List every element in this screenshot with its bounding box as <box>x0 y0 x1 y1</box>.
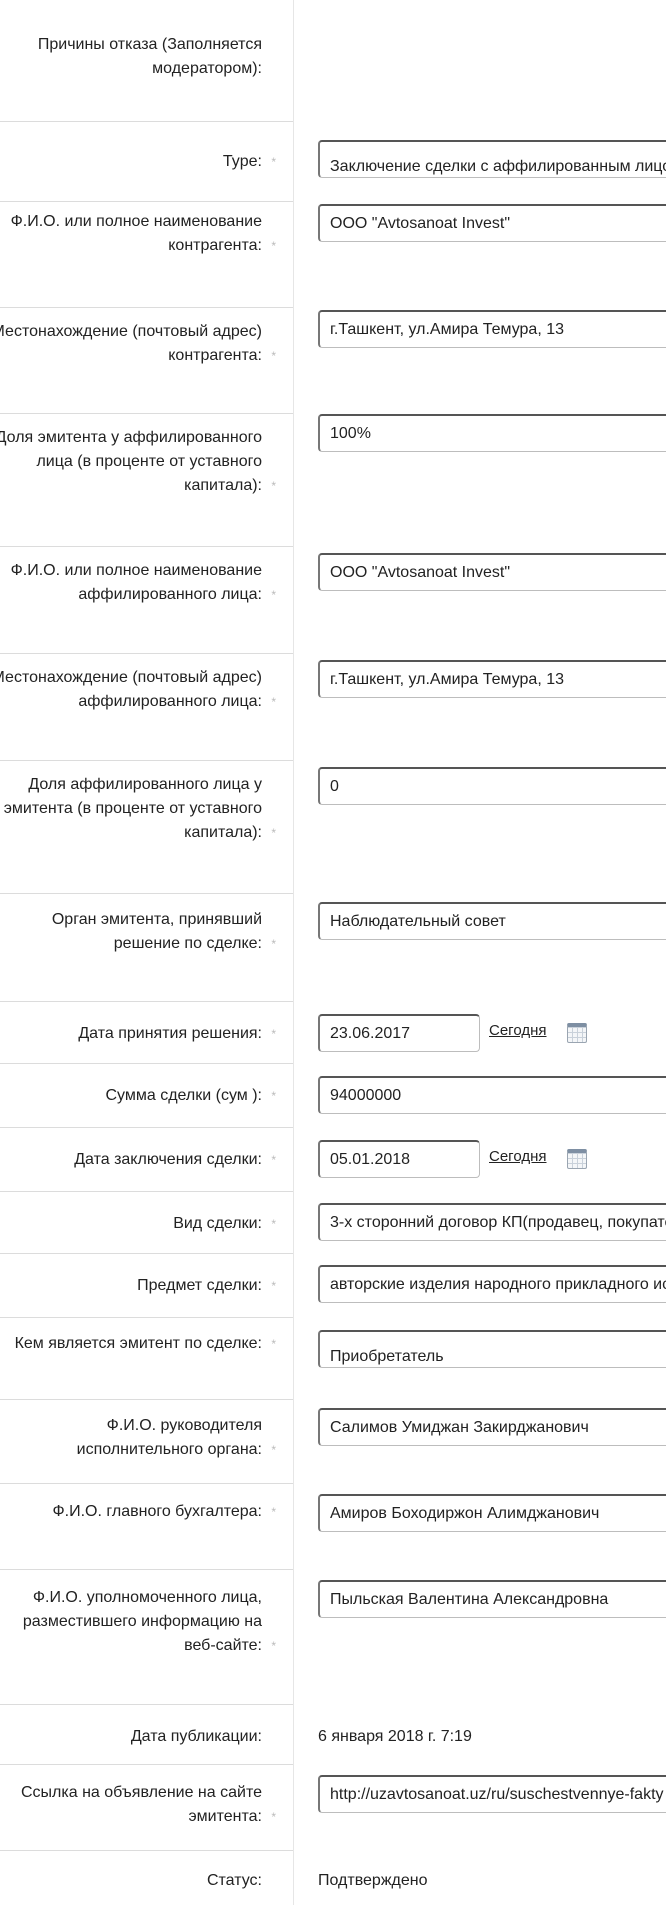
deal-amount-input[interactable]: 94000000 <box>318 1076 666 1114</box>
required-mark: * <box>271 349 276 363</box>
deal-subject-label: Предмет сделки: * <box>0 1274 276 1298</box>
issuer-body-input[interactable]: Наблюдательный совет <box>318 902 666 940</box>
required-mark: * <box>271 588 276 602</box>
row-deal-subject: Предмет сделки: * авторские изделия народ… <box>0 1254 666 1318</box>
row-counterparty-name: Ф.И.О. или полное наименование контраген… <box>0 202 666 308</box>
row-issuer-body: Орган эмитента, принявший решение по сде… <box>0 894 666 1002</box>
required-mark: * <box>271 239 276 253</box>
required-mark: * <box>271 1217 276 1231</box>
issuer-role-select[interactable]: Приобретатель <box>318 1330 666 1368</box>
row-affiliate-share: Доля аффилированного лица у эмитента (в … <box>0 761 666 894</box>
row-affiliate-name: Ф.И.О. или полное наименование аффилиров… <box>0 547 666 654</box>
affiliate-address-label: Местонахождение (почтовый адрес) аффилир… <box>0 666 276 714</box>
counterparty-address-input[interactable]: г.Ташкент, ул.Амира Темура, 13 <box>318 310 666 348</box>
deal-date-today-link[interactable]: Сегодня <box>489 1148 547 1165</box>
row-rejection-reasons: Причины отказа (Заполняется модератором)… <box>0 0 666 122</box>
decision-date-today-link[interactable]: Сегодня <box>489 1022 547 1039</box>
required-mark: * <box>271 826 276 840</box>
row-deal-amount: Сумма сделки (сум ): * 94000000 <box>0 1064 666 1128</box>
required-mark: * <box>271 479 276 493</box>
status-label: Статус: <box>206 1872 262 1889</box>
required-mark: * <box>271 155 276 169</box>
decision-date-input[interactable]: 23.06.2017 <box>318 1014 480 1052</box>
required-mark: * <box>271 1443 276 1457</box>
issuer-share-input[interactable]: 100% <box>318 414 666 452</box>
row-executive-head: Ф.И.О. руководителя исполнительного орга… <box>0 1400 666 1484</box>
issuer-link-label: Ссылка на объявление на сайте эмитента: * <box>0 1781 276 1829</box>
required-mark: * <box>271 1153 276 1167</box>
executive-head-input[interactable]: Салимов Умиджан Закирджанович <box>318 1408 666 1446</box>
required-mark: * <box>271 695 276 709</box>
row-publication-date: Дата публикации: 6 января 2018 г. 7:19 <box>0 1705 666 1765</box>
affiliate-address-input[interactable]: г.Ташкент, ул.Амира Темура, 13 <box>318 660 666 698</box>
row-type: Type: * Заключение сделки с аффилированны… <box>0 122 666 202</box>
row-counterparty-address: Местонахождение (почтовый адрес) контраг… <box>0 308 666 414</box>
required-mark: * <box>271 1027 276 1041</box>
required-mark: * <box>271 1279 276 1293</box>
required-mark: * <box>271 1089 276 1103</box>
authorized-person-input[interactable]: Пыльская Валентина Александровна <box>318 1580 666 1618</box>
publication-date-value: 6 января 2018 г. 7:19 <box>318 1728 472 1745</box>
required-mark: * <box>271 1810 276 1824</box>
authorized-person-label: Ф.И.О. уполномоченного лица, разместивше… <box>0 1586 276 1658</box>
calendar-icon[interactable] <box>567 1023 587 1043</box>
row-affiliate-address: Местонахождение (почтовый адрес) аффилир… <box>0 654 666 761</box>
type-select[interactable]: Заключение сделки с аффилированным лицом <box>318 140 666 178</box>
deal-kind-label: Вид сделки: * <box>0 1212 276 1236</box>
row-issuer-share: Доля эмитента у аффилированного лица (в … <box>0 414 666 547</box>
calendar-icon[interactable] <box>567 1149 587 1169</box>
affiliate-share-input[interactable]: 0 <box>318 767 666 805</box>
row-deal-date: Дата заключения сделки: * 05.01.2018 Сего… <box>0 1128 666 1192</box>
chief-accountant-label: Ф.И.О. главного бухгалтера: * <box>0 1500 277 1524</box>
row-issuer-link: Ссылка на объявление на сайте эмитента: *… <box>0 1765 666 1851</box>
affiliate-name-input[interactable]: ООО "Avtosanoat Invest" <box>318 553 666 591</box>
issuer-share-label: Доля эмитента у аффилированного лица (в … <box>0 426 276 498</box>
chief-accountant-input[interactable]: Амиров Боходиржон Алимджанович <box>318 1494 666 1532</box>
required-mark: * <box>271 937 276 951</box>
row-chief-accountant: Ф.И.О. главного бухгалтера: * Амиров Бохо… <box>0 1484 666 1570</box>
required-mark: * <box>271 1505 276 1519</box>
required-mark: * <box>271 1639 276 1653</box>
counterparty-name-input[interactable]: ООО "Avtosanoat Invest" <box>318 204 666 242</box>
deal-kind-input[interactable]: 3-х сторонний договор КП(продавец, покуп… <box>318 1203 666 1241</box>
issuer-role-label: Кем является эмитент по сделке: * <box>0 1332 276 1356</box>
type-label: Type: * <box>0 150 276 174</box>
issuer-body-label: Орган эмитента, принявший решение по сде… <box>0 908 276 956</box>
counterparty-name-label: Ф.И.О. или полное наименование контраген… <box>0 210 276 258</box>
rejection-reasons-label: Причины отказа (Заполняется модератором)… <box>37 36 262 77</box>
executive-head-label: Ф.И.О. руководителя исполнительного орга… <box>0 1414 276 1462</box>
deal-amount-label: Сумма сделки (сум ): * <box>0 1084 276 1108</box>
status-value: Подтверждено <box>318 1872 428 1889</box>
affiliate-share-label: Доля аффилированного лица у эмитента (в … <box>0 773 276 845</box>
issuer-link-input[interactable]: http://uzavtosanoat.uz/ru/suschestvennye… <box>318 1775 666 1813</box>
deal-date-input[interactable]: 05.01.2018 <box>318 1140 480 1178</box>
publication-date-label: Дата публикации: <box>130 1728 262 1745</box>
row-issuer-role: Кем является эмитент по сделке: * Приобре… <box>0 1318 666 1400</box>
deal-date-label: Дата заключения сделки: * <box>0 1148 276 1172</box>
row-deal-kind: Вид сделки: * 3-х сторонний договор КП(пр… <box>0 1192 666 1254</box>
counterparty-address-label: Местонахождение (почтовый адрес) контраг… <box>0 320 276 368</box>
decision-date-label: Дата принятия решения: * <box>0 1022 276 1046</box>
row-authorized-person: Ф.И.О. уполномоченного лица, разместивше… <box>0 1570 666 1705</box>
affiliate-name-label: Ф.И.О. или полное наименование аффилиров… <box>0 559 276 607</box>
required-mark: * <box>271 1337 276 1351</box>
deal-subject-input[interactable]: авторские изделия народного прикладного … <box>318 1265 666 1303</box>
row-status: Статус: Подтверждено <box>0 1851 666 1905</box>
row-decision-date: Дата принятия решения: * 23.06.2017 Сегод… <box>0 1002 666 1064</box>
